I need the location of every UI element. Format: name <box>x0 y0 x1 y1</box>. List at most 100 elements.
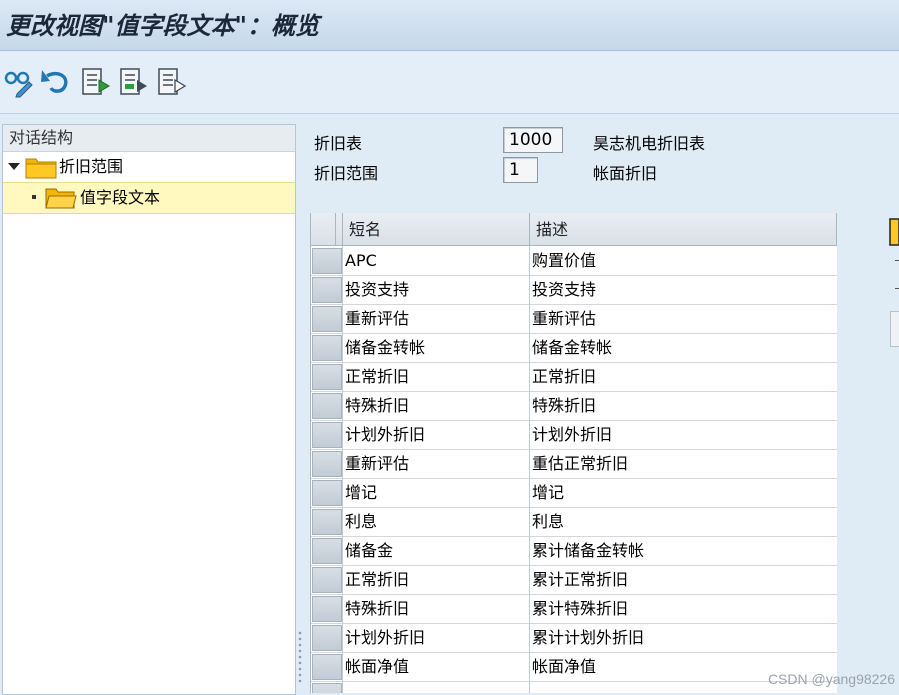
table-row[interactable]: 计划外折旧累计计划外折旧 <box>311 623 837 653</box>
table-row[interactable]: 储备金转帐储备金转帐 <box>311 333 837 363</box>
table-row[interactable]: 特殊折旧累计特殊折旧 <box>311 594 837 624</box>
row-selector[interactable] <box>312 625 342 651</box>
cell-short-name[interactable]: 帐面净值 <box>342 652 529 681</box>
row-selector[interactable] <box>312 509 342 535</box>
page-title: 更改视图"值字段文本"：概览 <box>6 6 319 41</box>
dialog-structure-panel: 对话结构 折旧范围 值字段文本 <box>2 124 296 695</box>
document-deselect-icon <box>155 66 187 98</box>
row-selector[interactable] <box>312 422 342 448</box>
document-list-button[interactable] <box>78 65 112 99</box>
tree-node-label: 值字段文本 <box>80 183 160 213</box>
depreciation-chart-description: 昊志机电折旧表 <box>593 130 705 154</box>
row-selector[interactable] <box>312 596 342 622</box>
row-selector[interactable] <box>312 538 342 564</box>
cell-short-name[interactable]: 储备金转帐 <box>342 333 529 362</box>
scroll-button[interactable] <box>890 311 899 347</box>
row-selector[interactable] <box>312 248 342 274</box>
cell-description[interactable]: 正常折旧 <box>529 362 837 391</box>
cell-description[interactable]: 累计特殊折旧 <box>529 594 837 623</box>
table-row[interactable]: 增记增记 <box>311 478 837 508</box>
cell-short-name[interactable]: 重新评估 <box>342 449 529 478</box>
cell-short-name[interactable]: 特殊折旧 <box>342 391 529 420</box>
table-row[interactable]: 帐面净值帐面净值 <box>311 652 837 682</box>
cell-short-name[interactable]: 正常折旧 <box>342 362 529 391</box>
cell-short-name[interactable]: 投资支持 <box>342 275 529 304</box>
depreciation-area-description: 帐面折旧 <box>593 160 657 184</box>
dialog-structure-header: 对话结构 <box>3 125 295 152</box>
table-row[interactable]: 特殊折旧特殊折旧 <box>311 391 837 421</box>
table-row[interactable]: 储备金累计储备金转帐 <box>311 536 837 566</box>
table-row[interactable]: 计划外折旧计划外折旧 <box>311 420 837 450</box>
table-row[interactable]: 利息利息 <box>311 507 837 537</box>
depreciation-area-field[interactable]: 1 <box>503 157 538 183</box>
panel-splitter-handle[interactable] <box>297 630 303 685</box>
table-row[interactable] <box>311 681 837 693</box>
table-row[interactable]: 重新评估重估正常折旧 <box>311 449 837 479</box>
cell-short-name[interactable]: 重新评估 <box>342 304 529 333</box>
cell-description[interactable]: 重新评估 <box>529 304 837 333</box>
deselect-all-button[interactable] <box>154 65 188 99</box>
cell-short-name[interactable] <box>342 681 529 693</box>
row-selector[interactable] <box>312 567 342 593</box>
cell-short-name[interactable]: 计划外折旧 <box>342 420 529 449</box>
change-display-button[interactable] <box>2 65 36 99</box>
cell-short-name[interactable]: APC <box>342 246 529 275</box>
table-row[interactable]: 重新评估重新评估 <box>311 304 837 334</box>
cell-description[interactable]: 投资支持 <box>529 275 837 304</box>
change-display-glasses-pencil-icon <box>3 66 35 98</box>
cell-description[interactable]: 重估正常折旧 <box>529 449 837 478</box>
row-selector[interactable] <box>312 306 342 332</box>
cell-short-name[interactable]: 特殊折旧 <box>342 594 529 623</box>
depreciation-chart-field[interactable]: 1000 <box>503 127 563 153</box>
row-selector[interactable] <box>312 335 342 361</box>
tree-node-value-field-text[interactable]: 值字段文本 <box>3 182 295 214</box>
column-header-short-name[interactable]: 短名 <box>342 213 529 245</box>
row-selector[interactable] <box>312 393 342 419</box>
cell-short-name[interactable]: 利息 <box>342 507 529 536</box>
row-selector[interactable] <box>312 451 342 477</box>
cell-short-name[interactable]: 储备金 <box>342 536 529 565</box>
depreciation-chart-label: 折旧表 <box>314 130 362 154</box>
depreciation-area-label: 折旧范围 <box>314 160 378 184</box>
row-selector[interactable] <box>312 277 342 303</box>
cell-description[interactable]: 累计储备金转帐 <box>529 536 837 565</box>
row-selector[interactable] <box>312 480 342 506</box>
right-side-controls <box>888 213 899 693</box>
column-header-description[interactable]: 描述 <box>529 213 837 245</box>
table-row[interactable]: 投资支持投资支持 <box>311 275 837 305</box>
select-all-button[interactable] <box>116 65 150 99</box>
open-folder-icon <box>45 186 77 220</box>
tree-node-depreciation-area[interactable]: 折旧范围 <box>3 152 295 182</box>
row-selector[interactable] <box>312 364 342 390</box>
document-select-icon <box>117 66 149 98</box>
row-selector[interactable] <box>312 683 342 693</box>
folder-icon[interactable] <box>888 217 899 249</box>
cell-description[interactable]: 储备金转帐 <box>529 333 837 362</box>
table-row[interactable]: 正常折旧累计正常折旧 <box>311 565 837 595</box>
cell-description[interactable]: 累计计划外折旧 <box>529 623 837 652</box>
cell-description[interactable]: 购置价值 <box>529 246 837 275</box>
undo-icon <box>39 66 71 98</box>
application-toolbar <box>0 51 899 114</box>
row-selector[interactable] <box>312 654 342 680</box>
leaf-bullet-icon <box>32 195 36 199</box>
row-marker-icon <box>895 288 899 289</box>
table-row[interactable]: APC购置价值 <box>311 246 837 276</box>
tree-node-label: 折旧范围 <box>59 152 123 182</box>
watermark: CSDN @yang98226 <box>768 671 895 687</box>
table-row[interactable]: 正常折旧正常折旧 <box>311 362 837 392</box>
title-bar: 更改视图"值字段文本"：概览 <box>0 0 899 51</box>
table-header: 短名 描述 <box>311 213 837 246</box>
cell-description[interactable]: 累计正常折旧 <box>529 565 837 594</box>
cell-description[interactable]: 利息 <box>529 507 837 536</box>
cell-description[interactable]: 增记 <box>529 478 837 507</box>
cell-short-name[interactable]: 正常折旧 <box>342 565 529 594</box>
row-marker-icon <box>895 260 899 261</box>
expand-arrow-icon[interactable] <box>8 163 20 170</box>
cell-description[interactable]: 特殊折旧 <box>529 391 837 420</box>
undo-button[interactable] <box>38 65 72 99</box>
cell-description[interactable]: 计划外折旧 <box>529 420 837 449</box>
cell-short-name[interactable]: 计划外折旧 <box>342 623 529 652</box>
select-all-rows-cell[interactable] <box>311 213 336 245</box>
cell-short-name[interactable]: 增记 <box>342 478 529 507</box>
